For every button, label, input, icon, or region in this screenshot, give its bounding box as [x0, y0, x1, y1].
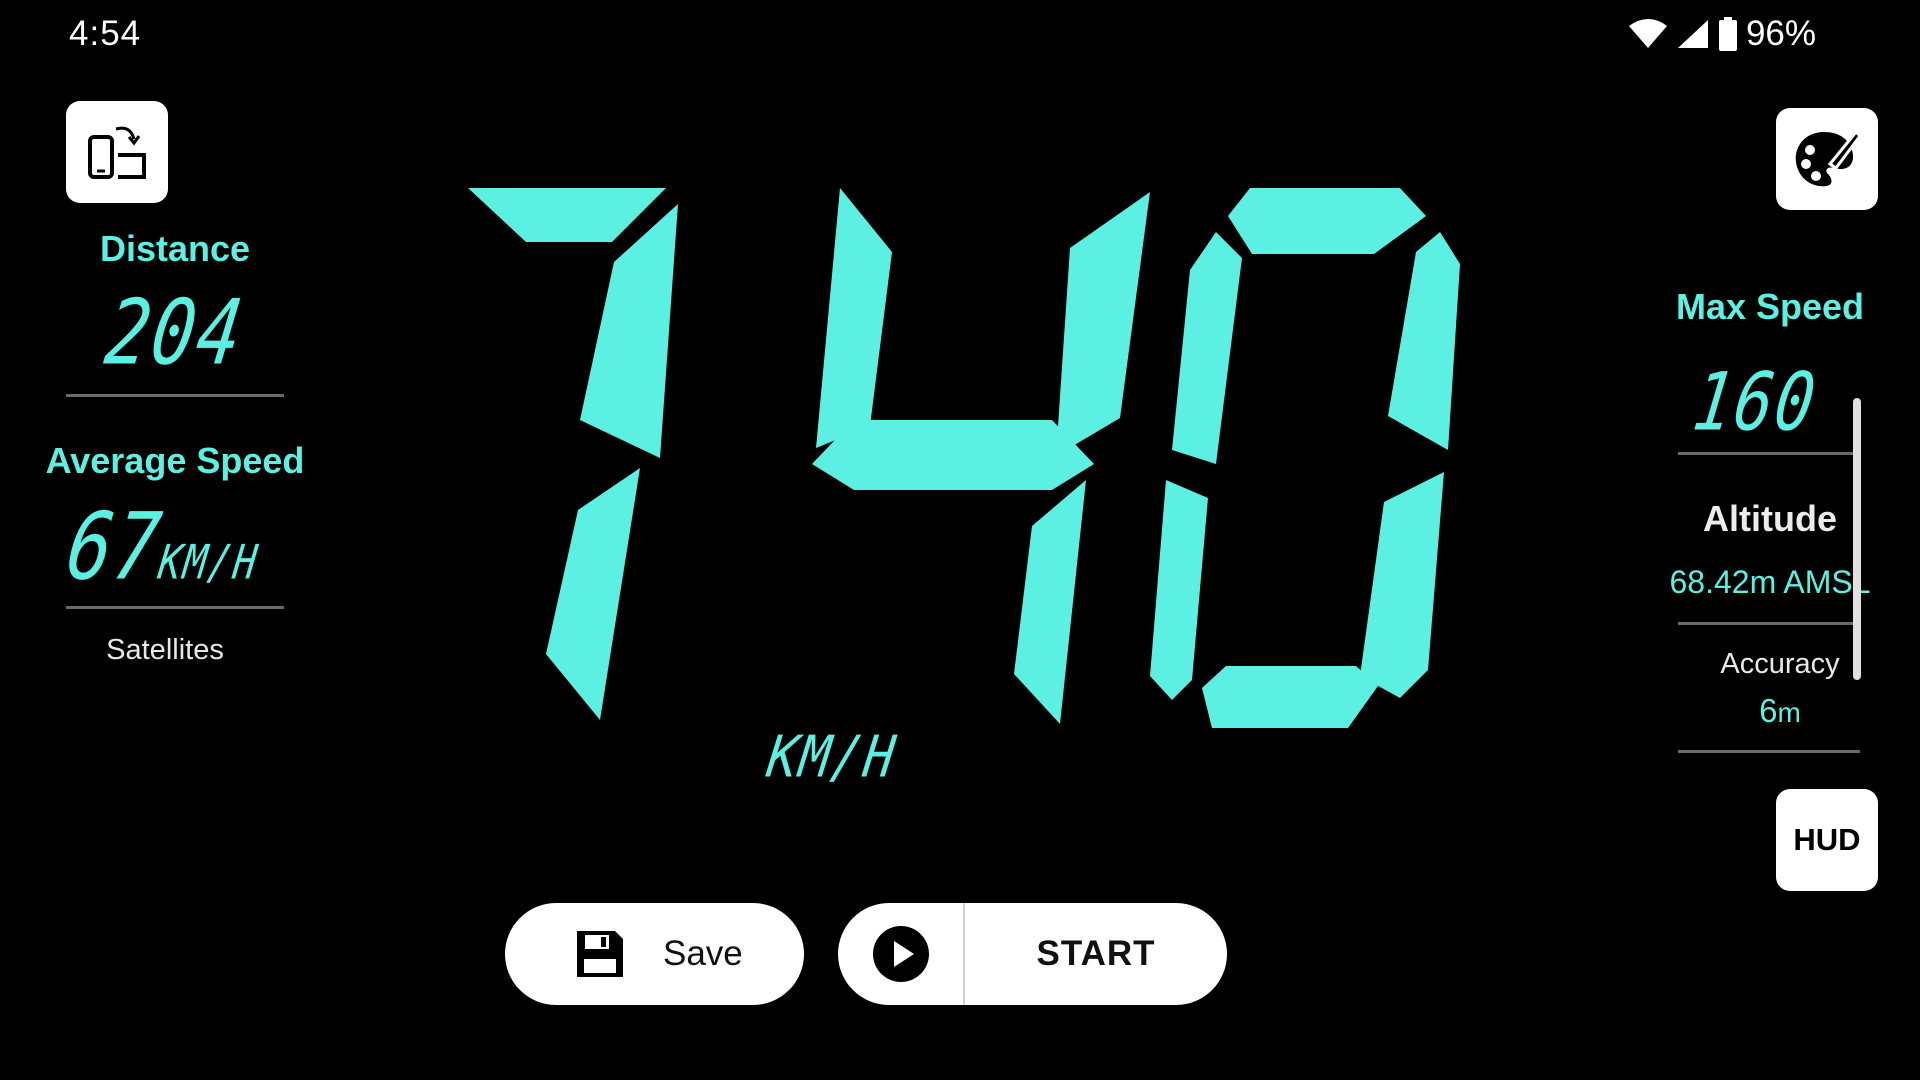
left-divider-2: [66, 606, 284, 609]
right-divider-1: [1678, 452, 1860, 455]
accuracy-readout: 6m: [1660, 692, 1900, 730]
speed-digit-4: [812, 188, 1150, 724]
status-icons: 96%: [1628, 14, 1816, 54]
speed-display: [468, 188, 1460, 728]
play-zone[interactable]: [838, 903, 965, 1005]
start-label: START: [1036, 934, 1156, 973]
start-button[interactable]: START: [838, 903, 1227, 1005]
battery-percent: 96%: [1745, 14, 1816, 53]
save-label: Save: [663, 934, 743, 973]
theme-button[interactable]: [1776, 108, 1878, 210]
signal-icon: [1677, 20, 1708, 48]
status-time: 4:54: [69, 14, 142, 53]
right-panel-scrollbar[interactable]: [1853, 398, 1861, 680]
hud-button[interactable]: HUD: [1776, 789, 1878, 891]
speed-digit-0: [1150, 188, 1460, 728]
average-speed-unit: KM/H: [155, 534, 263, 590]
distance-label: Distance: [99, 228, 251, 269]
speedometer-screen: 4:54 96% Distance 204 Average Speed 67KM…: [0, 0, 1920, 1080]
accuracy-value: 6: [1759, 692, 1778, 729]
right-divider-3: [1678, 750, 1860, 753]
rotate-screen-button[interactable]: [66, 101, 168, 203]
average-speed-value: 67: [60, 493, 169, 601]
satellites-label: Satellites: [106, 634, 224, 666]
save-button[interactable]: Save: [505, 903, 804, 1005]
left-divider-1: [66, 394, 284, 397]
average-speed-readout: 67KM/H: [60, 493, 315, 601]
speed-digit-1: [468, 188, 678, 720]
palette-icon: [1795, 129, 1862, 187]
floppy-disk-icon: [577, 931, 623, 977]
accuracy-label: Accuracy: [1720, 648, 1840, 680]
play-icon: [872, 926, 929, 982]
screen-rotate-icon: [88, 126, 146, 179]
distance-value: 204: [99, 279, 251, 385]
battery-icon: [1718, 17, 1737, 51]
wifi-icon: [1628, 19, 1667, 48]
average-speed-label: Average Speed: [45, 440, 305, 481]
max-speed-label: Max Speed: [1675, 286, 1865, 327]
max-speed-value: 160: [1687, 356, 1823, 450]
right-divider-2: [1678, 622, 1860, 625]
speed-unit: KM/H: [763, 723, 902, 791]
accuracy-unit: m: [1777, 697, 1801, 728]
